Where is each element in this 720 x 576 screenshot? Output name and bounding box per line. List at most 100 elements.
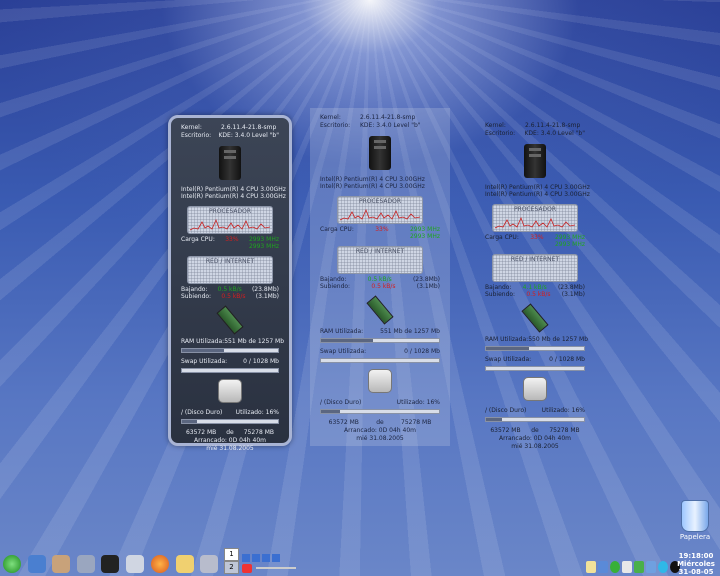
disk-bar-fill bbox=[182, 420, 198, 423]
klipper-icon[interactable] bbox=[586, 561, 596, 573]
kmail-icon[interactable] bbox=[176, 555, 194, 573]
disk-total: 75278 MB bbox=[243, 429, 275, 436]
window-list-icon[interactable] bbox=[252, 554, 260, 562]
upload-label: Subiendo: bbox=[181, 293, 212, 300]
disk-row: / (Disco Duro) Utilizado: 16% bbox=[181, 409, 279, 416]
kernel-label: Kernel: bbox=[485, 122, 506, 129]
trash-desktop-icon[interactable]: Papelera bbox=[678, 500, 712, 541]
update-icon[interactable] bbox=[658, 561, 668, 573]
disk-used: Utilizado: 16% bbox=[235, 409, 279, 416]
kmenu-icon[interactable] bbox=[3, 555, 21, 573]
disk-free: 63572 MB bbox=[490, 427, 521, 434]
desktop-1-button[interactable]: 1 bbox=[224, 548, 239, 561]
cpu-load-row: Carga CPU: 33% 2993 MHz bbox=[485, 234, 585, 241]
kernel-row: Kernel: 2.6.11.4-21.8-smp bbox=[320, 114, 440, 122]
clock-date: 31-08-05 bbox=[678, 568, 714, 576]
ram-value: 551 Mb de 1257 Mb bbox=[380, 328, 440, 335]
cpu-load-label: Carga CPU: bbox=[485, 234, 519, 241]
cpu-graph-line bbox=[340, 208, 420, 221]
terminal-icon[interactable] bbox=[101, 555, 119, 573]
battery-icon[interactable] bbox=[622, 561, 632, 573]
window-list-icon[interactable] bbox=[272, 554, 280, 562]
korganizer-icon[interactable] bbox=[634, 561, 644, 573]
ram-bar-fill bbox=[486, 347, 530, 350]
network-graph-title: RED / INTERNET bbox=[205, 258, 255, 265]
firefox-icon[interactable] bbox=[151, 555, 169, 573]
window-list-icon[interactable] bbox=[242, 554, 250, 562]
cpu-freq-row: 2993 MHz bbox=[181, 243, 279, 250]
ram-row: RAM Utilizada: 551 Mb de 1257 Mb bbox=[320, 328, 440, 335]
shutdown-icon[interactable] bbox=[242, 564, 252, 573]
volume-slider[interactable] bbox=[256, 567, 296, 569]
upload-total: (3.1Mb) bbox=[561, 291, 585, 298]
swap-row: Swap Utilizada: 0 / 1028 Mb bbox=[485, 356, 585, 363]
cpu-freq-1: 2993 MHz bbox=[554, 234, 585, 241]
swap-label: Swap Utilizada: bbox=[181, 358, 228, 365]
mixer-icon[interactable] bbox=[646, 561, 656, 573]
cpu-load-label: Carga CPU: bbox=[320, 226, 354, 233]
desktop-2-button[interactable]: 2 bbox=[224, 561, 239, 574]
clock[interactable]: 19:18:00 Miércoles 31-08-05 bbox=[674, 552, 718, 576]
kernel-value: 2.6.11.4-21.8-smp bbox=[360, 114, 416, 121]
ram-value: 551 Mb de 1257 Mb bbox=[224, 338, 285, 345]
desktop-label: Escritorio: bbox=[485, 130, 516, 137]
network-icon[interactable] bbox=[598, 561, 608, 573]
kopete-icon[interactable] bbox=[610, 561, 620, 573]
system-tray bbox=[586, 561, 680, 573]
cpu-graph-line bbox=[495, 216, 575, 229]
printer-icon[interactable] bbox=[126, 555, 144, 573]
disk-of: de bbox=[531, 427, 539, 434]
cpu-load-row: Carga CPU: 33% 2993 MHz bbox=[320, 226, 440, 233]
desktop-label: Escritorio: bbox=[320, 122, 351, 129]
swap-value: 0 / 1028 Mb bbox=[243, 358, 279, 365]
disk-size-row: 63572 MB de 75278 MB bbox=[181, 429, 279, 437]
upload-label: Subiendo: bbox=[485, 291, 516, 298]
cpu-freq-1: 2993 MHz bbox=[248, 236, 279, 243]
disk-bar-fill bbox=[321, 410, 340, 413]
upload-label: Subiendo: bbox=[320, 283, 351, 290]
download-rate: 0.5 kB/s bbox=[217, 286, 242, 293]
swap-bar bbox=[320, 358, 440, 363]
network-graph-title: RED / INTERNET bbox=[510, 256, 560, 263]
computer-icon[interactable] bbox=[77, 555, 95, 573]
trash-label: Papelera bbox=[679, 533, 711, 541]
gaim-icon[interactable] bbox=[200, 555, 218, 573]
cpu-model-2: Intel(R) Pentium(R) 4 CPU 3.00GHz bbox=[485, 191, 590, 198]
cpu-load-value: 33% bbox=[375, 226, 389, 233]
clock-time: 19:18:00 bbox=[678, 552, 714, 560]
upload-total: (3.1Mb) bbox=[255, 293, 279, 300]
ram-module-icon bbox=[366, 295, 394, 325]
disk-used: Utilizado: 16% bbox=[396, 399, 440, 406]
user-icon[interactable] bbox=[52, 555, 70, 573]
ram-module-icon bbox=[216, 305, 244, 335]
ram-row: RAM Utilizada: 550 Mb de 1257 Mb bbox=[485, 336, 588, 343]
disk-free: 63572 MB bbox=[328, 419, 359, 426]
disk-row: / (Disco Duro) Utilizado: 16% bbox=[320, 399, 440, 406]
cpu-graph-line bbox=[190, 218, 270, 231]
home-folder-icon[interactable] bbox=[28, 555, 46, 573]
uptime: Arrancado: 0D 04h 40m bbox=[194, 437, 266, 444]
network-graph: RED / INTERNET bbox=[187, 256, 273, 284]
desktop-label: Escritorio: bbox=[181, 132, 212, 139]
download-label: Bajando: bbox=[485, 284, 512, 291]
upload-rate: 0.5 kB/s bbox=[221, 293, 246, 300]
date-line: mié 31.08.2005 bbox=[206, 445, 254, 452]
upload-row: Subiendo: 0.5 kB/s (3.1Mb) bbox=[485, 291, 585, 298]
trash-icon bbox=[681, 500, 709, 532]
window-buttons bbox=[242, 554, 280, 562]
uptime: Arrancado: 0D 04h 40m bbox=[499, 435, 571, 442]
ram-label: RAM Utilizada: bbox=[181, 338, 225, 345]
cpu-model-1: Intel(R) Pentium(R) 4 CPU 3.00GHz bbox=[181, 186, 286, 193]
window-list-icon[interactable] bbox=[262, 554, 270, 562]
disk-bar-fill bbox=[486, 418, 502, 421]
download-total: (23.8Mb) bbox=[412, 276, 440, 283]
disk-total: 75278 MB bbox=[549, 427, 580, 434]
disk-label: / (Disco Duro) bbox=[320, 399, 362, 406]
cpu-graph: PROCESADOR bbox=[337, 196, 423, 224]
network-graph-title: RED / INTERNET bbox=[355, 248, 405, 255]
swap-row: Swap Utilizada: 0 / 1028 Mb bbox=[320, 348, 440, 355]
cpu-model-1: Intel(R) Pentium(R) 4 CPU 3.00GHz bbox=[320, 176, 425, 183]
cpu-load-value: 33% bbox=[225, 236, 239, 243]
download-total: (23.8Mb) bbox=[557, 284, 585, 291]
swap-label: Swap Utilizada: bbox=[485, 356, 532, 363]
